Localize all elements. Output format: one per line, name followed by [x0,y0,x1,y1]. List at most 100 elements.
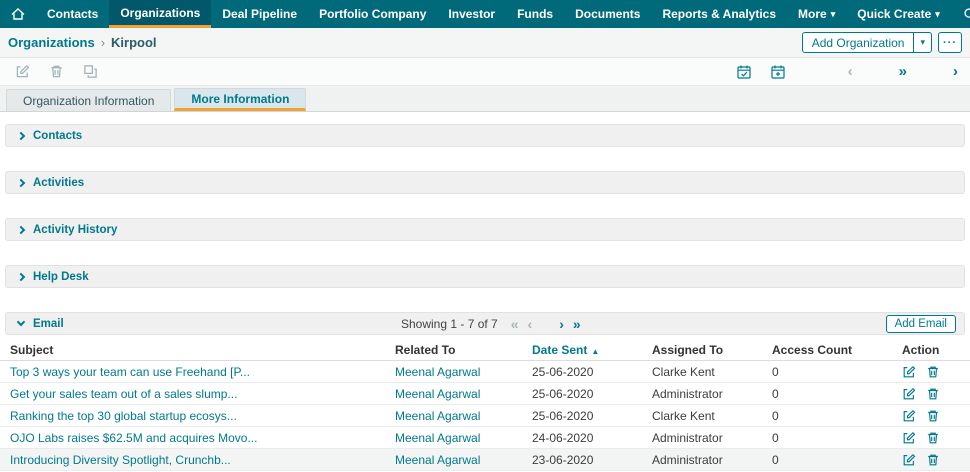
related-to-link[interactable]: Meenal Agarwal [385,365,522,379]
main-content: Contacts Activities Activity History Hel… [0,112,970,471]
caret-down-icon: ▾ [935,10,940,19]
email-subject-link[interactable]: Top 3 ways your team can use Freehand [P… [0,365,385,379]
tab-more-information[interactable]: More Information [174,88,306,111]
calendar-plus-icon [770,64,786,80]
ellipsis-icon: ··· [943,37,957,49]
email-table-header: Subject Related To Date Sent▲ Assigned T… [0,339,970,361]
related-to-link[interactable]: Meenal Agarwal [385,431,522,445]
nav-item-documents[interactable]: Documents [564,0,651,28]
related-to-link[interactable]: Meenal Agarwal [385,453,522,467]
column-subject[interactable]: Subject [0,343,385,357]
access-count-value: 0 [762,453,892,467]
edit-row-button[interactable] [902,387,916,401]
previous-page-button[interactable]: ‹ [528,317,533,331]
related-to-link[interactable]: Meenal Agarwal [385,387,522,401]
table-row: Ranking the top 30 global startup ecosys… [0,405,970,427]
delete-button[interactable] [46,62,66,82]
column-assigned-to[interactable]: Assigned To [642,343,762,357]
add-organization-dropdown[interactable]: ▾ [913,33,931,52]
first-page-button[interactable]: « [511,317,519,331]
paging-text: Showing 1 - 7 of 7 [401,317,498,331]
email-subject-link[interactable]: Introducing Diversity Spotlight, Crunchb… [0,453,385,467]
previous-record-button[interactable]: ‹ [848,64,853,79]
breadcrumb-row: Organizations › Kirpool Add Organization… [0,28,970,58]
nav-item-quick-create[interactable]: Quick Create▾ [846,0,951,28]
column-related-to[interactable]: Related To [385,343,522,357]
email-subject-link[interactable]: Get your sales team out of a sales slump… [0,387,385,401]
delete-row-button[interactable] [926,453,940,467]
access-count-value: 0 [762,431,892,445]
table-row: OJO Labs raises $62.5M and acquires Movo… [0,427,970,449]
date-sent-value: 23-06-2020 [522,453,642,467]
add-event-button[interactable] [768,62,788,82]
delete-row-button[interactable] [926,387,940,401]
related-to-link[interactable]: Meenal Agarwal [385,409,522,423]
trash-icon [49,64,64,79]
next-record-button[interactable]: › [953,64,958,79]
last-record-button[interactable]: » [899,64,907,79]
chevrons-left-icon: « [511,316,519,332]
record-toolbar: ‹ » › [0,58,970,86]
clone-button[interactable] [80,62,100,82]
edit-button[interactable] [12,62,32,82]
add-organization-button[interactable]: Add Organization [803,33,914,52]
nav-item-organizations[interactable]: Organizations [109,0,211,28]
date-sent-value: 25-06-2020 [522,409,642,423]
more-options-button[interactable]: ··· [938,32,962,53]
nav-item-deal-pipeline[interactable]: Deal Pipeline [211,0,308,28]
trash-icon [926,409,940,423]
date-sent-value: 25-06-2020 [522,387,642,401]
schedule-button[interactable] [734,62,754,82]
column-access-count[interactable]: Access Count [762,343,892,357]
nav-item-portfolio-company[interactable]: Portfolio Company [308,0,437,28]
edit-row-button[interactable] [902,365,916,379]
section-contacts[interactable]: Contacts [5,124,965,147]
add-email-button[interactable]: Add Email [886,315,956,333]
chevrons-right-icon: » [573,316,581,332]
nav-item-contacts[interactable]: Contacts [36,0,109,28]
breadcrumb-organizations[interactable]: Organizations [8,35,95,50]
trash-icon [926,387,940,401]
home-button[interactable] [0,0,36,28]
column-date-sent[interactable]: Date Sent▲ [522,343,642,357]
section-help-desk[interactable]: Help Desk [5,265,965,288]
section-activity-history[interactable]: Activity History [5,218,965,241]
edit-row-button[interactable] [902,409,916,423]
edit-icon [902,387,916,401]
edit-row-button[interactable] [902,453,916,467]
table-row: Get your sales team out of a sales slump… [0,383,970,405]
section-activities[interactable]: Activities [5,171,965,194]
last-page-button[interactable]: » [573,317,581,331]
chevrons-right-icon: » [899,63,907,80]
nav-item-funds[interactable]: Funds [506,0,564,28]
chevron-down-icon [17,318,25,326]
assigned-to-value: Administrator [642,431,762,445]
date-sent-value: 25-06-2020 [522,365,642,379]
delete-row-button[interactable] [926,409,940,423]
clone-icon [83,64,98,79]
next-page-button[interactable]: › [559,317,564,331]
nav-item-investor[interactable]: Investor [437,0,506,28]
nav-item-more[interactable]: More▾ [787,0,846,28]
assigned-to-value: Clarke Kent [642,365,762,379]
email-subject-link[interactable]: Ranking the top 30 global startup ecosys… [0,409,385,423]
edit-row-button[interactable] [902,431,916,445]
date-sent-value: 24-06-2020 [522,431,642,445]
access-count-value: 0 [762,365,892,379]
chevron-left-icon: ‹ [528,316,533,332]
chevron-right-icon [17,178,25,186]
caret-down-icon: ▾ [831,10,836,19]
column-action: Action [892,343,970,357]
row-actions [892,431,970,445]
section-email[interactable]: Email Showing 1 - 7 of 7 « ‹ › » Add Ema… [5,312,965,335]
table-row: Introducing Diversity Spotlight, Crunchb… [0,449,970,471]
nav-item-reports-analytics[interactable]: Reports & Analytics [651,0,787,28]
tab-organization-information[interactable]: Organization Information [6,89,171,111]
delete-row-button[interactable] [926,365,940,379]
email-subject-link[interactable]: OJO Labs raises $62.5M and acquires Movo… [0,431,385,445]
breadcrumb-current: Kirpool [111,35,157,50]
delete-row-button[interactable] [926,431,940,445]
chevron-right-icon [17,225,25,233]
search-button[interactable] [951,0,970,28]
trash-icon [926,365,940,379]
